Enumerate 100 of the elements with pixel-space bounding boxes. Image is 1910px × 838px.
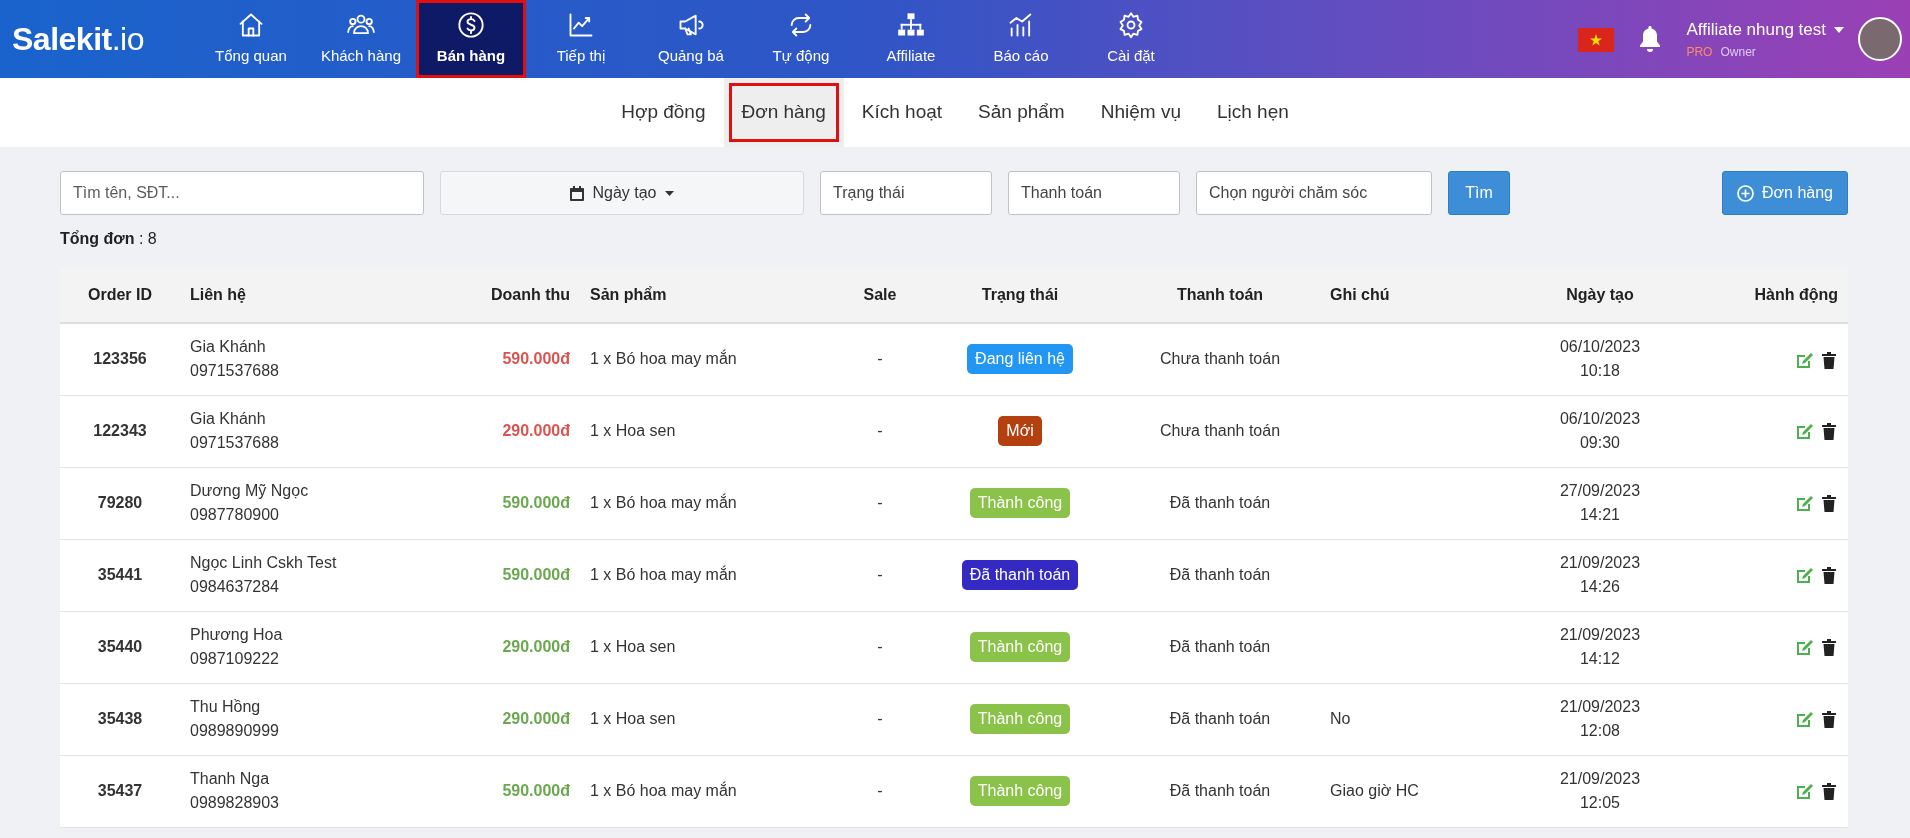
created-time: 12:05 (1579, 793, 1620, 813)
add-order-button[interactable]: Đơn hàng (1722, 171, 1848, 215)
payment-status: Đã thanh toán (1169, 566, 1271, 583)
calendar-icon (570, 185, 585, 201)
sale-text: - (877, 638, 883, 655)
plus-circle-icon (1737, 184, 1754, 202)
order-id: 35441 (97, 566, 143, 583)
sale-text: - (877, 782, 883, 799)
revenue-amount: 290.000đ (502, 422, 570, 439)
product-text: 1 x Hoa sen (590, 638, 676, 655)
contact-name: Ngọc Linh Cskh Test (190, 553, 338, 573)
nav-tab[interactable]: Tiếp thị (525, 0, 636, 78)
order-id: 35437 (97, 782, 143, 799)
note-text: No (1330, 710, 1351, 727)
created-date: 27/09/2023 (1559, 481, 1641, 501)
column-header: Ngày tạo (1566, 285, 1634, 303)
sub-tab[interactable]: Lịch hẹn (1198, 78, 1307, 147)
sub-tab[interactable]: Kích hoạt (843, 78, 961, 147)
vietnam-flag-icon[interactable] (1578, 27, 1615, 51)
nav-tab[interactable]: Báo cáo (965, 0, 1076, 78)
contact-phone: 0989890999 (190, 721, 280, 741)
role-label: Owner (1720, 43, 1756, 61)
product-text: 1 x Bó hoa may mắn (590, 350, 737, 368)
sub-tab[interactable]: Sản phẩm (960, 78, 1083, 147)
column-header: Hành động (1754, 285, 1838, 303)
product-text: 1 x Bó hoa may mắn (590, 566, 737, 583)
avatar[interactable] (1858, 17, 1902, 61)
order-id: 122343 (93, 422, 147, 439)
date-filter-button[interactable]: Ngày tạo (440, 171, 804, 215)
status-select[interactable]: Trạng thái (820, 171, 992, 215)
column-header: Sale (863, 285, 897, 303)
sale-text: - (877, 710, 883, 727)
revenue-amount: 290.000đ (502, 710, 570, 727)
payment-status: Đã thanh toán (1169, 782, 1271, 799)
nav-tab[interactable]: Tự động (745, 0, 856, 78)
payment-status: Đã thanh toán (1169, 638, 1271, 655)
search-button[interactable]: Tìm (1448, 171, 1510, 215)
nav-tab[interactable]: Tổng quan (195, 0, 306, 78)
contact-name: Thanh Nga (190, 769, 271, 789)
caretaker-select[interactable]: Chọn người chăm sóc (1196, 171, 1432, 215)
order-id: 35440 (97, 638, 143, 655)
order-count: Tổng đơn : 8 (60, 230, 157, 247)
contact-phone: 0971537688 (190, 361, 280, 382)
brand-logo[interactable]: Salekit.io (0, 15, 156, 63)
contact-name: Gia Khánh (190, 409, 267, 429)
nav-tab[interactable]: Cài đặt (1075, 0, 1186, 78)
sub-tab[interactable]: Đơn hàng (723, 78, 844, 147)
order-id: 35438 (97, 710, 143, 727)
status-badge: Đã thanh toán (961, 560, 1079, 590)
sale-text: - (877, 422, 883, 439)
order-id: 123356 (93, 350, 147, 368)
sub-tab[interactable]: Nhiệm vụ (1082, 78, 1199, 147)
created-date: 21/09/2023 (1559, 697, 1641, 717)
created-time: 10:18 (1579, 361, 1620, 382)
column-header: Thanh toán (1176, 285, 1264, 303)
column-header: Ghi chú (1330, 285, 1390, 303)
created-date: 21/09/2023 (1559, 625, 1641, 645)
bell-icon[interactable] (1638, 25, 1663, 53)
sub-tab[interactable]: Hợp đồng (603, 78, 724, 147)
contact-phone: 0987780900 (190, 505, 280, 525)
nav-tab[interactable]: Quảng bá (635, 0, 746, 78)
nav-tab[interactable]: Khách hàng (305, 0, 416, 78)
dollar-coin-icon (456, 10, 485, 39)
created-time: 12:08 (1579, 721, 1620, 741)
plan-label: PRO (1686, 43, 1713, 61)
product-text: 1 x Bó hoa may mắn (590, 782, 737, 799)
contact-phone: 0984637284 (190, 577, 280, 597)
contact-name: Thu Hồng (190, 697, 262, 717)
created-time: 14:26 (1579, 577, 1620, 597)
revenue-amount: 590.000đ (502, 494, 570, 511)
payment-status: Chưa thanh toán (1159, 350, 1281, 368)
status-badge: Mới (998, 416, 1042, 446)
status-badge: Thành công (969, 704, 1071, 734)
caret-icon (1834, 27, 1844, 33)
created-time: 14:12 (1579, 649, 1620, 669)
contact-name: Dương Mỹ Ngọc (190, 481, 310, 501)
created-time: 14:21 (1579, 505, 1620, 525)
column-header: Order ID (88, 285, 152, 303)
status-badge: Đang liên hệ (967, 344, 1073, 375)
status-badge: Thành công (969, 632, 1071, 662)
revenue-amount: 590.000đ (502, 566, 570, 583)
column-header: Doanh thu (490, 285, 570, 303)
payment-status: Đã thanh toán (1169, 710, 1271, 727)
payment-status: Đã thanh toán (1169, 494, 1271, 511)
user-menu[interactable]: Affiliate nhung test (1686, 17, 1844, 43)
contact-name: Phương Hoa (190, 625, 284, 645)
status-badge: Thành công (969, 776, 1071, 806)
sale-text: - (877, 566, 883, 583)
note-text: Giao giờ HC (1330, 782, 1419, 799)
contact-name: Gia Khánh (190, 337, 267, 358)
sale-text: - (877, 494, 883, 511)
product-text: 1 x Bó hoa may mắn (590, 494, 737, 511)
payment-status: Chưa thanh toán (1159, 422, 1281, 439)
payment-select[interactable]: Thanh toán (1008, 171, 1180, 215)
search-field[interactable]: Tìm tên, SĐT... (60, 171, 424, 215)
nav-tab[interactable]: Affiliate (855, 0, 966, 78)
contact-phone: 0971537688 (190, 433, 280, 453)
nav-tab[interactable]: Bán hàng (415, 0, 526, 78)
contact-phone: 0987109222 (190, 649, 280, 669)
created-time: 09:30 (1579, 433, 1620, 453)
